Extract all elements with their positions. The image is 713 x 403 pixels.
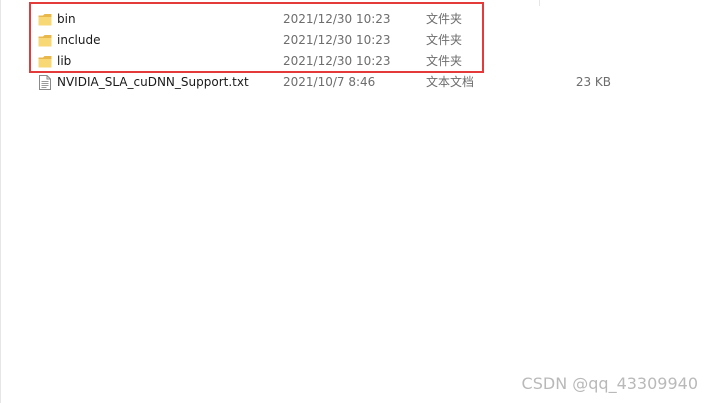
file-type: 文件夹 [426,33,463,47]
text-document-icon [38,75,52,90]
file-size: 23 KB [575,75,611,89]
watermark: CSDN @qq_43309940 [521,374,698,393]
file-date: 2021/12/30 10:23 [283,12,391,26]
file-date: 2021/12/30 10:23 [283,54,391,68]
file-row-bin[interactable]: bin 2021/12/30 10:23 文件夹 [0,9,713,30]
folder-icon [38,12,52,27]
file-row-lib[interactable]: lib 2021/12/30 10:23 文件夹 [0,51,713,72]
file-name: NVIDIA_SLA_cuDNN_Support.txt [57,75,249,89]
file-row-include[interactable]: include 2021/12/30 10:23 文件夹 [0,30,713,51]
file-type: 文本文档 [426,75,475,89]
file-type: 文件夹 [426,12,463,26]
file-name: lib [57,54,72,68]
file-name: bin [57,12,76,26]
file-name: include [57,33,101,47]
file-list: bin 2021/12/30 10:23 文件夹 include 2021/12… [0,9,713,93]
column-divider[interactable] [539,0,540,6]
file-row-license-txt[interactable]: NVIDIA_SLA_cuDNN_Support.txt 2021/10/7 8… [0,72,713,93]
file-date: 2021/12/30 10:23 [283,33,391,47]
folder-icon [38,54,52,69]
file-date: 2021/10/7 8:46 [283,75,376,89]
file-type: 文件夹 [426,54,463,68]
folder-icon [38,33,52,48]
